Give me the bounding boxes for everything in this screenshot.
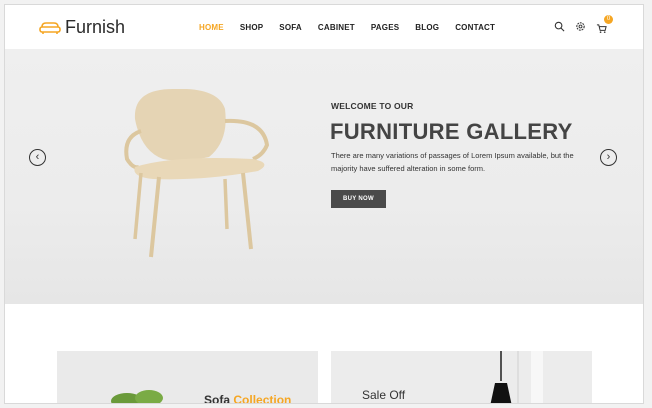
sofa-title-main: Sofa: [204, 393, 231, 404]
cart-button[interactable]: 0: [596, 15, 613, 33]
promo-banner-sale[interactable]: Sale Off: [331, 351, 592, 403]
header-icons: 0: [554, 15, 613, 33]
hero-title: FURNITURE GALLERY: [330, 119, 573, 144]
sofa-title-accent: Collection: [233, 393, 292, 404]
nav-item-home[interactable]: HOME: [199, 23, 224, 32]
search-icon[interactable]: [554, 21, 565, 32]
sofa-collection-title: Sofa Collection: [204, 393, 292, 404]
brand-logo[interactable]: Furnish: [39, 17, 125, 38]
pendant-lamp-image: [490, 351, 543, 403]
hero-slider: ‹ › WELCOME TO OUR FURNITURE GALLERY The…: [5, 49, 643, 304]
slider-next-button[interactable]: ›: [600, 149, 617, 166]
nav-item-blog[interactable]: BLOG: [415, 23, 439, 32]
cart-icon: [596, 24, 607, 33]
gear-icon[interactable]: [575, 21, 586, 32]
buy-now-button[interactable]: BUY NOW: [331, 190, 386, 208]
chair-image: [124, 89, 270, 258]
nav-item-sofa[interactable]: SOFA: [279, 23, 302, 32]
nav-item-pages[interactable]: PAGES: [371, 23, 399, 32]
chevron-left-icon: ‹: [35, 151, 40, 163]
nav-item-shop[interactable]: SHOP: [240, 23, 263, 32]
brand-name: Furnish: [65, 17, 126, 37]
sale-off-title: Sale Off: [362, 388, 406, 402]
nav-item-cabinet[interactable]: CABINET: [318, 23, 355, 32]
hero-kicker: WELCOME TO OUR: [331, 101, 414, 111]
chevron-right-icon: ›: [606, 151, 611, 163]
promo-banner-sofa[interactable]: Sofa Collection: [57, 351, 318, 404]
main-nav: HOME SHOP SOFA CABINET PAGES BLOG CONTAC…: [199, 23, 511, 32]
sofa-image: [111, 390, 163, 403]
hero-description: There are many variations of passages of…: [331, 151, 574, 173]
sofa-logo-icon: [39, 21, 61, 34]
page-frame: Furnish HOME SHOP SOFA CABINET PAGES BLO…: [4, 4, 644, 404]
nav-item-contact[interactable]: CONTACT: [455, 23, 495, 32]
site-header: Furnish HOME SHOP SOFA CABINET PAGES BLO…: [5, 5, 643, 49]
slider-prev-button[interactable]: ‹: [29, 149, 46, 166]
cart-count-badge: 0: [604, 15, 613, 24]
